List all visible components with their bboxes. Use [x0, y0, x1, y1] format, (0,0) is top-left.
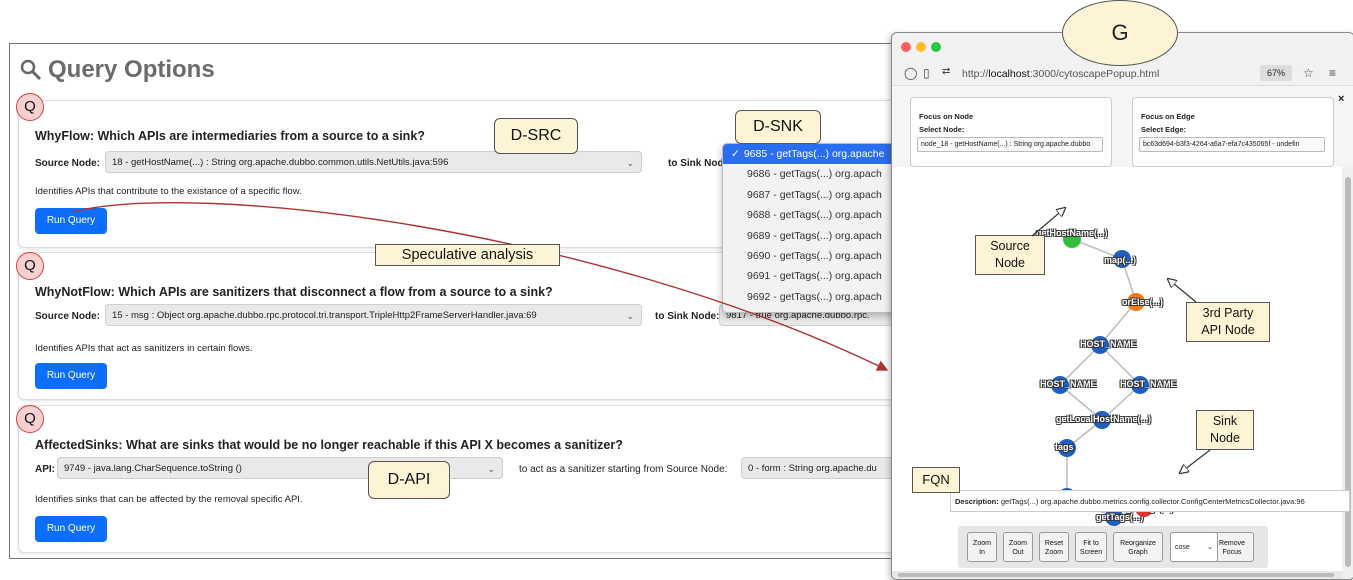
graph-node-label: getLocalHostName(...)	[1056, 414, 1152, 424]
focus-node-box: Focus on Node Select Node: node_18 - get…	[910, 97, 1112, 167]
maximize-window-button[interactable]	[931, 42, 941, 52]
graph-node-label: getHostName(...)	[1036, 228, 1108, 238]
d-snk-callout: D-SNK	[735, 110, 821, 144]
shield-icon: ◯	[904, 66, 918, 80]
speculative-analysis-label: Speculative analysis	[375, 244, 560, 266]
zoom-badge[interactable]: 67%	[1260, 65, 1292, 81]
fit-to-screen-button[interactable]: Fit to Screen	[1075, 532, 1107, 562]
q-marker: Q	[16, 252, 44, 280]
d-src-callout: D-SRC	[494, 118, 578, 154]
focus-edge-select[interactable]: bc63d694-b3f3-4264-a6a7-efa7c435065f - u…	[1139, 137, 1325, 152]
node-description: Description: getTags(...) org.apache.dub…	[950, 490, 1350, 512]
layout-select[interactable]: cose ⌄	[1170, 532, 1218, 562]
menu-icon[interactable]: ≡	[1329, 66, 1336, 80]
focus-edge-title: Focus on Edge	[1141, 112, 1195, 121]
graph-node-label: tags	[1055, 442, 1074, 452]
graph-node-label: HOST_NAME	[1040, 379, 1097, 389]
zoom-in-button[interactable]: Zoom In	[967, 532, 997, 562]
graph-node-label: orElse(...)	[1122, 297, 1164, 307]
graph-canvas[interactable]: getHostName(...) map(...) orElse(...) HOST_…	[892, 167, 1342, 579]
close-window-button[interactable]	[901, 42, 911, 52]
tune-icon: ⇄	[942, 66, 951, 77]
focus-edge-label: Select Edge:	[1141, 125, 1187, 134]
minimize-window-button[interactable]	[916, 42, 926, 52]
focus-edge-box: Focus on Edge Select Edge: bc63d694-b3f3…	[1132, 97, 1334, 167]
q-marker: Q	[16, 405, 44, 433]
url-bar[interactable]: ◯ ▯ ⇄ http://localhost:3000/cytoscapePop…	[892, 63, 1353, 85]
graph-popup-window: ◯ ▯ ⇄ http://localhost:3000/cytoscapePop…	[891, 32, 1353, 580]
fqn-callout: FQN	[912, 467, 960, 493]
sink-node-callout: Sink Node	[1196, 410, 1254, 450]
description-value: getTags(...) org.apache.dubbo.metrics.co…	[1000, 497, 1305, 506]
zoom-out-button[interactable]: Zoom Out	[1003, 532, 1033, 562]
reorganize-graph-button[interactable]: Reorganize Graph	[1113, 532, 1163, 562]
focus-node-select[interactable]: node_18 - getHostName(...) : String org.…	[917, 137, 1103, 152]
description-label: Description:	[955, 497, 999, 506]
url-text[interactable]: http://localhost:3000/cytoscapePopup.htm…	[962, 68, 1159, 80]
third-party-callout: 3rd Party API Node	[1186, 302, 1270, 342]
page-icon: ▯	[923, 66, 930, 80]
graph-node-label: HOST_NAME	[1080, 339, 1137, 349]
close-icon[interactable]: ×	[1338, 93, 1344, 105]
q-marker: Q	[16, 93, 44, 121]
focus-node-title: Focus on Node	[919, 112, 974, 121]
d-api-callout: D-API	[368, 461, 450, 499]
graph-node-label: HOST_NAME	[1120, 379, 1177, 389]
chevron-down-icon: ⌄	[1207, 544, 1213, 551]
source-node-callout: Source Node	[975, 235, 1045, 275]
focus-node-label: Select Node:	[919, 125, 965, 134]
reset-zoom-button[interactable]: Reset Zoom	[1039, 532, 1069, 562]
vertical-scrollbar[interactable]	[1342, 167, 1353, 579]
star-icon[interactable]: ☆	[1303, 66, 1314, 80]
g-marker: G	[1062, 0, 1178, 66]
graph-node-label: map(...)	[1104, 255, 1137, 265]
